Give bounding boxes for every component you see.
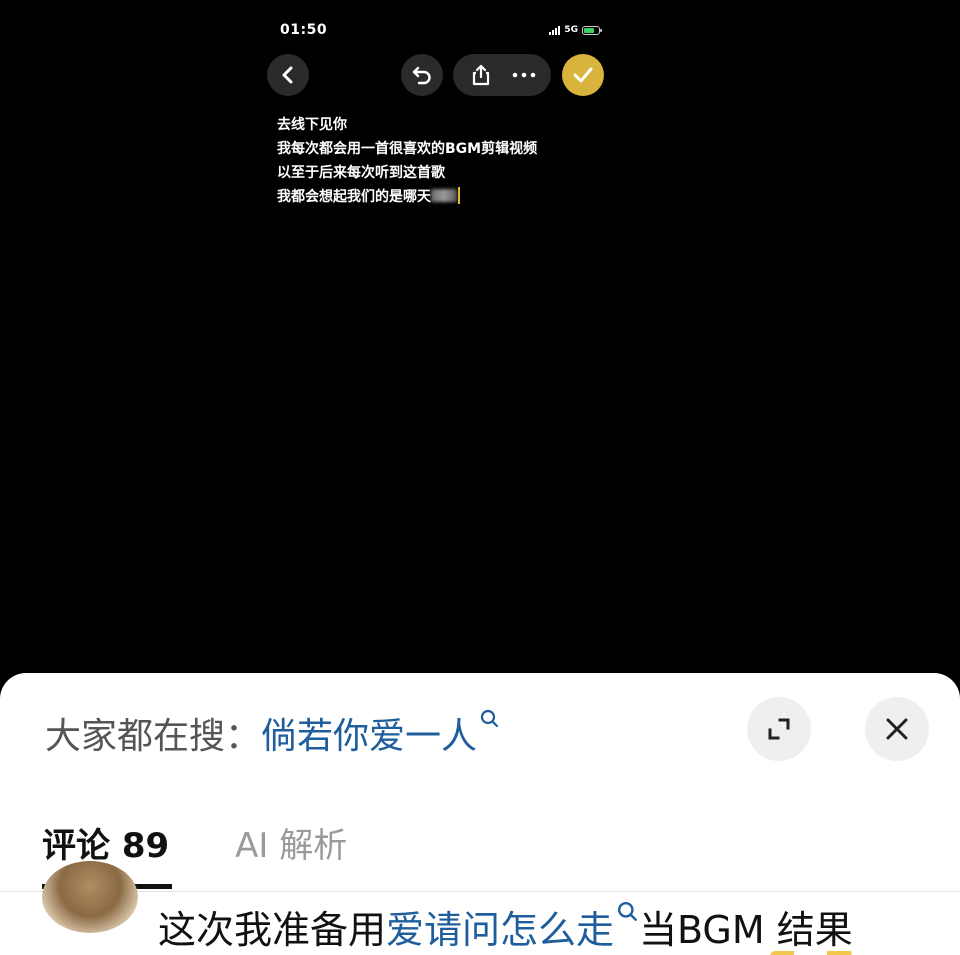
chevron-left-icon <box>282 66 293 84</box>
more-button[interactable] <box>504 55 544 95</box>
comment-song-link[interactable]: 爱请问怎么走 <box>386 899 614 954</box>
comment-text-end: 当BGM 结果 <box>639 908 853 952</box>
note-line: 我每次都会用一首很喜欢的BGM剪辑视频 <box>277 141 538 157</box>
text-caret <box>458 187 460 204</box>
status-bar: 01:50 5G <box>280 22 604 42</box>
back-button[interactable] <box>267 54 309 96</box>
trending-search[interactable]: 大家都在搜： 倘若你爱一人 <box>45 707 500 759</box>
tab-comments-label: 评论 89 <box>42 826 170 866</box>
note-line: 以至于后来每次听到这首歌 <box>277 165 445 181</box>
checkmark-icon <box>573 67 593 83</box>
screenshot-frame: 01:50 5G 去线下见你 我每次都会用一首很喜欢的BGM剪辑视频 以至于后来… <box>0 0 960 955</box>
tabs-divider <box>0 891 960 892</box>
close-button[interactable] <box>865 697 929 761</box>
search-icon <box>480 709 499 728</box>
avatar[interactable] <box>42 861 138 933</box>
search-icon <box>618 901 637 921</box>
note-line: 去线下见你 <box>277 117 347 133</box>
status-time: 01:50 <box>280 22 328 38</box>
close-icon <box>886 718 908 740</box>
comment-text-start: 这次我准备用 <box>158 908 387 952</box>
expand-button[interactable] <box>747 697 811 761</box>
note-line-last: 我都会想起我们的是哪天 <box>277 185 537 209</box>
comment-text: 这次我准备用 爱请问怎么走 当BGM 结果 <box>158 899 853 954</box>
share-icon <box>472 64 489 86</box>
cellular-signal-icon <box>549 25 561 35</box>
battery-icon <box>582 25 602 35</box>
note-line-text: 我都会想起我们的是哪天 <box>277 189 431 205</box>
network-type: 5G <box>564 25 578 35</box>
undo-icon <box>412 66 431 85</box>
trending-search-label: 大家都在搜： <box>45 716 262 757</box>
emoji-strip <box>770 951 880 955</box>
share-button[interactable] <box>461 55 501 95</box>
bottom-sheet: 大家都在搜： 倘若你爱一人 评论 89 AI 解析 这次我准备用 爱请问怎么走 … <box>0 673 960 955</box>
done-button[interactable] <box>562 54 604 96</box>
trending-search-term[interactable]: 倘若你爱一人 <box>261 707 477 759</box>
blurred-text <box>431 189 457 202</box>
status-indicators: 5G <box>549 25 602 35</box>
expand-icon <box>768 718 790 740</box>
more-dots-icon <box>512 72 535 78</box>
toolbar-pill <box>453 54 551 96</box>
tab-ai-analysis-label: AI 解析 <box>235 826 348 866</box>
undo-button[interactable] <box>401 54 443 96</box>
note-body[interactable]: 去线下见你 我每次都会用一首很喜欢的BGM剪辑视频 以至于后来每次听到这首歌 我… <box>277 113 537 209</box>
tab-ai-analysis[interactable]: AI 解析 <box>235 818 347 887</box>
